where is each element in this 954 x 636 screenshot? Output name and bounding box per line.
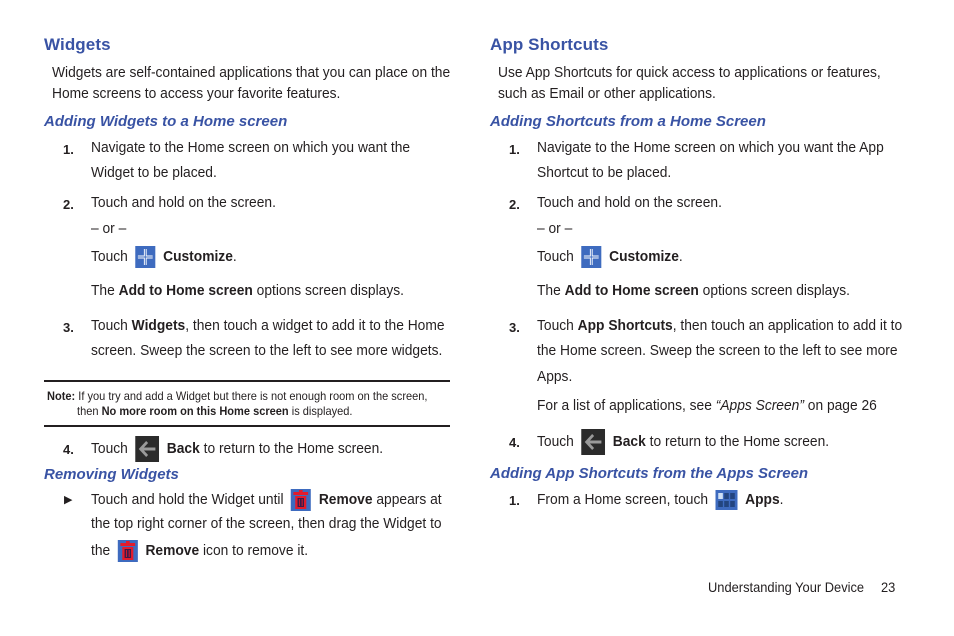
bullet-text: appears at	[376, 491, 442, 508]
add-to-home-label: Add to Home screen	[118, 282, 253, 299]
step1-line1: Navigate to the Home screen on which you…	[91, 139, 411, 156]
step2-text: Touch and hold on the screen.	[537, 194, 722, 211]
note-then: then	[77, 404, 99, 418]
add-to-home-label: Add to Home screen	[564, 282, 699, 299]
step-number: 2.	[63, 197, 74, 212]
touch-text: Touch	[537, 317, 574, 334]
trash-remove-icon	[291, 489, 312, 512]
bullet-text: icon to remove it.	[202, 542, 309, 559]
step4-rest: to return to the Home screen.	[649, 433, 830, 450]
step1-line1: Navigate to the Home screen on which you…	[537, 139, 884, 156]
step2-customize-line: Touch Customize.	[537, 246, 683, 269]
customize-plus-icon	[581, 246, 602, 269]
period: .	[232, 248, 237, 265]
footer-section-title: Understanding Your Device	[708, 579, 865, 595]
step2-text: Touch and hold on the screen.	[91, 194, 276, 211]
widgets-label: Widgets	[131, 317, 186, 334]
remove-label: Remove	[318, 491, 373, 508]
customize-plus-icon	[135, 246, 156, 269]
bullet-marker: ▶	[64, 494, 73, 506]
widgets-heading: Widgets	[44, 35, 111, 54]
adding-widgets-subheading: Adding Widgets to a Home screen	[44, 113, 288, 130]
touch-text: Touch	[91, 248, 128, 265]
the-text: The	[91, 282, 115, 299]
app-shortcuts-label: App Shortcuts	[577, 317, 673, 334]
period: .	[678, 248, 683, 265]
the-text: The	[537, 282, 561, 299]
widgets-intro-line1: Widgets are self-contained applications …	[52, 64, 451, 81]
step3-rest: , then touch an application to add it to	[672, 317, 903, 334]
apps-step-line: From a Home screen, touch Apps.	[537, 489, 783, 511]
apps-label: Apps	[745, 491, 780, 508]
step3-line3: Apps.	[537, 368, 573, 385]
step4-line: Touch Back to return to the Home screen.	[91, 436, 384, 463]
touch-text: Touch	[91, 317, 128, 334]
app-shortcuts-intro-line2: such as Email or other applications.	[498, 85, 716, 102]
period: .	[779, 491, 784, 508]
customize-label: Customize	[163, 248, 233, 265]
step-number: 3.	[509, 320, 520, 335]
touch-text: Touch	[91, 440, 128, 457]
apps-grid-icon	[715, 490, 738, 511]
step2-customize-line: Touch Customize.	[91, 246, 237, 269]
step1-line2: Widget to be placed.	[91, 164, 217, 181]
note-top-rule	[44, 380, 450, 382]
step-number: 4.	[509, 435, 520, 450]
apps-screen-link[interactable]: “Apps Screen”	[716, 397, 804, 414]
bullet-text: the	[91, 542, 111, 559]
note-line1: Note: If you try and add a Widget but th…	[47, 389, 428, 403]
app-shortcuts-intro-line1: Use App Shortcuts for quick access to ap…	[498, 64, 881, 81]
page-number: 23	[881, 579, 896, 595]
note-line2: then No more room on this Home screen is…	[77, 404, 353, 418]
adding-shortcuts-subheading: Adding Shortcuts from a Home Screen	[490, 113, 766, 130]
widgets-intro-line2: Home screens to access your favorite fea…	[52, 85, 341, 102]
app-shortcuts-heading: App Shortcuts	[490, 35, 609, 54]
back-label: Back	[166, 440, 200, 457]
adding-from-apps-subheading: Adding App Shortcuts from the Apps Scree…	[490, 465, 809, 482]
step-number: 3.	[63, 320, 74, 335]
step-number: 1.	[63, 142, 74, 157]
see-text: For a list of applications, see	[537, 397, 712, 414]
back-label: Back	[612, 433, 646, 450]
or-separator: – or –	[91, 220, 127, 237]
trash-remove-icon	[117, 540, 138, 563]
touch-text: Touch	[537, 433, 574, 450]
step1-line2: Shortcut to be placed.	[537, 164, 672, 181]
apps-screen-reference: For a list of applications, see “Apps Sc…	[537, 397, 877, 414]
bullet-text: Touch and hold the Widget until	[91, 491, 284, 508]
no-more-room-label: No more room on this Home screen	[101, 404, 289, 418]
step4-line: Touch Back to return to the Home screen.	[537, 429, 830, 456]
touch-text: Touch	[537, 248, 574, 265]
note-end: is displayed.	[291, 404, 353, 418]
step3-line2: screen. Sweep the screen to the left to …	[91, 342, 443, 359]
back-arrow-icon	[581, 429, 606, 456]
back-arrow-icon	[135, 436, 160, 463]
displays-text: options screen displays.	[256, 282, 404, 299]
step3-rest: , then touch a widget to add it to the H…	[185, 317, 445, 334]
customize-label: Customize	[609, 248, 679, 265]
bullet-line2: the top right corner of the screen, then…	[91, 515, 442, 532]
step3-line1: Touch App Shortcuts, then touch an appli…	[537, 317, 902, 334]
bullet-line3: the Remove icon to remove it.	[91, 539, 308, 563]
note-label: Note:	[47, 389, 76, 403]
step-number: 2.	[509, 197, 520, 212]
step3-line2: the Home screen. Sweep the screen to the…	[537, 342, 898, 359]
apps-step-text: From a Home screen, touch	[537, 491, 709, 508]
displays-text: options screen displays.	[702, 282, 850, 299]
removing-widgets-subheading: Removing Widgets	[44, 466, 179, 483]
step2-add-home-line: The Add to Home screen options screen di…	[91, 282, 404, 299]
step-number: 4.	[63, 442, 74, 457]
bullet-line1: Touch and hold the Widget until Remove a…	[91, 488, 442, 512]
note-text: If you try and add a Widget but there is…	[78, 389, 428, 403]
page-ref: on page 26	[807, 397, 877, 414]
remove-label: Remove	[145, 542, 200, 559]
step-number: 1.	[509, 142, 520, 157]
step2-add-home-line: The Add to Home screen options screen di…	[537, 282, 850, 299]
step4-rest: to return to the Home screen.	[203, 440, 384, 457]
note-bottom-rule	[44, 425, 450, 427]
step3-line1: Touch Widgets, then touch a widget to ad…	[91, 317, 445, 334]
or-separator: – or –	[537, 220, 573, 237]
step-number: 1.	[509, 493, 520, 508]
